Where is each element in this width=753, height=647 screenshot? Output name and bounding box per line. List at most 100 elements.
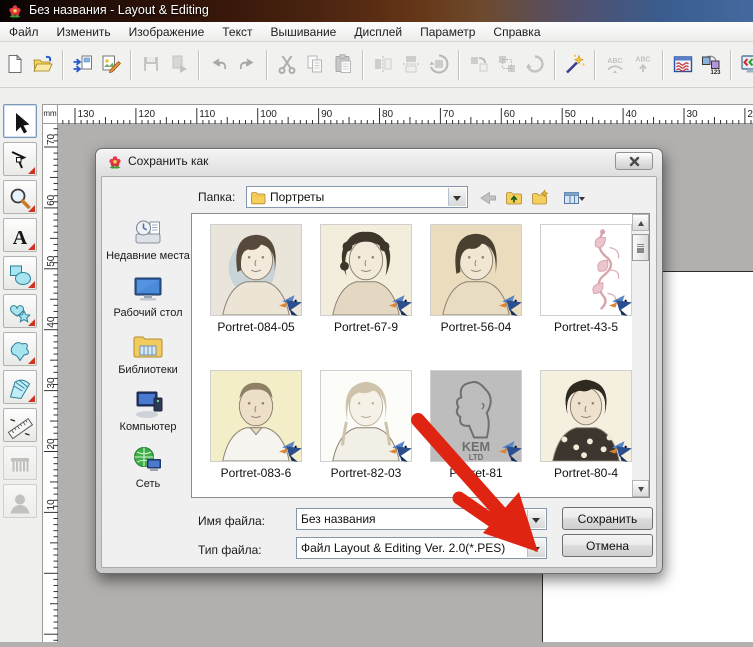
new-document-button[interactable] — [2, 50, 28, 78]
cut-button — [274, 50, 300, 78]
tool-point-edit[interactable] — [3, 142, 37, 176]
file-thumbnail — [430, 224, 522, 316]
tool-zoom[interactable] — [3, 180, 37, 214]
new-folder-button[interactable] — [529, 187, 551, 209]
menu-item-file[interactable]: Файл — [0, 22, 48, 42]
save-as-dialog: Сохранить как Папка: Портреты — [95, 148, 663, 574]
shapes-icon — [4, 262, 36, 288]
tool-select[interactable] — [3, 104, 37, 138]
svg-text:50: 50 — [46, 255, 57, 267]
toolbar-separator — [458, 50, 460, 80]
import-design-button[interactable] — [70, 50, 96, 78]
dialog-title-bar: Сохранить как — [96, 149, 662, 176]
refresh-button — [522, 50, 548, 78]
realistic-preview-button[interactable] — [738, 50, 753, 78]
fit-text-to-arc-button: ABC — [602, 50, 628, 78]
tool-freeform-shape[interactable] — [3, 332, 37, 366]
open-image-icon — [100, 53, 122, 75]
svg-text:20: 20 — [747, 109, 753, 120]
menu-item-edit[interactable]: Изменить — [48, 22, 120, 42]
file-thumbnail — [210, 224, 302, 316]
refresh-icon — [524, 53, 546, 75]
svg-text:60: 60 — [46, 194, 57, 206]
place-recent-places[interactable]: Недавние места — [106, 216, 190, 262]
menu-item-text[interactable]: Текст — [213, 22, 261, 42]
toolbar: ABC ABC 123 — [0, 42, 753, 88]
vertical-ruler: 70605040302010 — [42, 124, 58, 642]
place-label: Рабочий стол — [106, 307, 190, 319]
place-label: Сеть — [106, 478, 190, 490]
file-name-dropdown[interactable] — [527, 510, 545, 528]
svg-text:130: 130 — [78, 109, 95, 120]
dialog-close-button[interactable] — [615, 152, 653, 170]
embroidery-bird-logo-icon — [498, 439, 525, 464]
file-type-combobox[interactable]: Файл Layout & Editing Ver. 2.0(*.PES) — [296, 537, 547, 559]
folder-combobox[interactable]: Портреты — [246, 186, 468, 208]
ruler-unit-box: mm — [42, 104, 58, 124]
place-computer[interactable]: Компьютер — [106, 387, 190, 433]
export-design-button — [166, 50, 192, 78]
file-type-value: Файл Layout & Editing Ver. 2.0(*.PES) — [301, 541, 526, 555]
menu-item-help[interactable]: Справка — [484, 22, 549, 42]
title-bar: Без названия - Layout & Editing — [0, 0, 753, 22]
svg-text:20: 20 — [46, 438, 57, 450]
thread-chart-button[interactable] — [670, 50, 696, 78]
svg-text:120: 120 — [138, 109, 155, 120]
open-image-button[interactable] — [98, 50, 124, 78]
flip-horizontal-icon — [372, 53, 394, 75]
file-name-text: Portret-67-9 — [311, 320, 421, 334]
tool-decorative-shapes[interactable] — [3, 294, 37, 328]
cancel-button[interactable]: Отмена — [562, 534, 653, 557]
embroidery-bird-logo-icon — [608, 293, 635, 318]
tool-manual-punch[interactable] — [3, 370, 37, 404]
embroidery-bird-logo-icon — [278, 293, 305, 318]
menu-item-display[interactable]: Дисплей — [345, 22, 411, 42]
menu-bar: ФайлИзменитьИзображениеТекстВышиваниеДис… — [0, 22, 753, 42]
desktop-icon — [106, 273, 190, 305]
sewing-order-button[interactable]: 123 — [698, 50, 724, 78]
export-design-icon — [168, 53, 190, 75]
duplicate-button — [466, 50, 492, 78]
menu-item-image[interactable]: Изображение — [120, 22, 214, 42]
copy-icon — [304, 53, 326, 75]
svg-text:ABC: ABC — [635, 57, 650, 64]
tool-stitch-attributes — [3, 446, 37, 480]
realistic-preview-icon — [740, 53, 753, 75]
menu-item-sew[interactable]: Вышивание — [261, 22, 345, 42]
folder-combobox-dropdown[interactable] — [448, 188, 466, 206]
scroll-up-button[interactable] — [632, 214, 649, 231]
file-name-text: Portret-81 — [421, 466, 531, 480]
magic-wand-button[interactable] — [562, 50, 588, 78]
toolbar-separator — [662, 50, 664, 80]
open-design-button[interactable] — [30, 50, 56, 78]
up-one-level-button[interactable] — [503, 187, 525, 209]
toolbar-separator — [554, 50, 556, 80]
file-type-dropdown[interactable] — [527, 539, 545, 557]
zoom-icon — [4, 186, 36, 212]
undo-icon — [208, 53, 230, 75]
select-icon — [4, 110, 36, 136]
tool-text[interactable]: A — [3, 218, 37, 252]
save-button[interactable]: Сохранить — [562, 507, 653, 530]
embroidery-bird-logo-icon — [498, 293, 525, 318]
place-desktop[interactable]: Рабочий стол — [106, 273, 190, 319]
scrollbar-thumb[interactable] — [632, 234, 649, 261]
paste-icon — [332, 53, 354, 75]
embroidery-bird-logo-icon — [278, 439, 305, 464]
rotate-button — [426, 50, 452, 78]
menu-item-option[interactable]: Параметр — [411, 22, 484, 42]
view-menu-button[interactable] — [555, 187, 587, 209]
place-libraries[interactable]: Библиотеки — [106, 330, 190, 376]
toolbar-separator — [362, 50, 364, 80]
scroll-down-button[interactable] — [632, 480, 649, 497]
magic-wand-icon — [564, 53, 586, 75]
thread-chart-icon — [672, 53, 694, 75]
tool-shapes[interactable] — [3, 256, 37, 290]
tool-measure[interactable] — [3, 408, 37, 442]
file-name-combobox[interactable]: Без названия — [296, 508, 547, 530]
point-edit-icon — [4, 148, 36, 174]
file-name-text: Portret-084-05 — [201, 320, 311, 334]
svg-text:70: 70 — [46, 133, 57, 145]
window-title: Без названия - Layout & Editing — [29, 3, 209, 17]
place-network[interactable]: Сеть — [106, 444, 190, 490]
